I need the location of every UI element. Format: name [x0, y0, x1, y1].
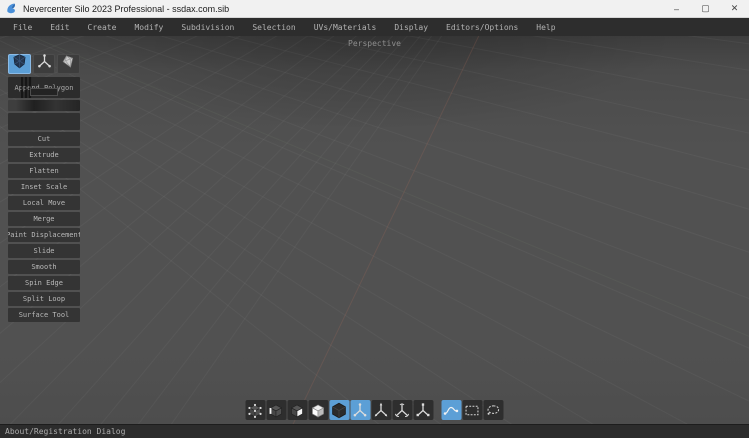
window-title: Nevercenter Silo 2023 Professional - ssd… — [23, 4, 229, 14]
status-bar: About/Registration Dialog — [0, 424, 749, 438]
face-cube-icon — [289, 402, 306, 419]
silo-logo-icon — [5, 2, 18, 15]
scale-manipulator-button[interactable] — [413, 400, 433, 420]
tool-tab-row — [8, 54, 80, 74]
tool-button-merge[interactable]: Merge — [8, 212, 80, 226]
menu-selection[interactable]: Selection — [243, 18, 304, 36]
area-select-icon — [464, 402, 481, 419]
status-text: About/Registration Dialog — [5, 427, 125, 436]
tool-button-extrude[interactable]: Extrude — [8, 148, 80, 162]
manipulator-tools-tab[interactable] — [33, 54, 56, 74]
face-mode-button[interactable] — [287, 400, 307, 420]
tool-button-glitch-strip[interactable] — [8, 100, 80, 111]
perspective-grid — [0, 36, 749, 424]
tool-button-flatten[interactable]: Flatten — [8, 164, 80, 178]
close-button[interactable]: ✕ — [720, 0, 749, 17]
tool-button-cut[interactable]: Cut — [8, 132, 80, 146]
menu-modify[interactable]: Modify — [125, 18, 172, 36]
tool-button-slide[interactable]: Slide — [8, 244, 80, 258]
menu-subdivision[interactable]: Subdivision — [172, 18, 243, 36]
bottom-toolbar — [245, 400, 504, 420]
modeling-tools-tab[interactable] — [8, 54, 31, 74]
lasso-select-icon — [485, 402, 502, 419]
viewport-3d[interactable]: Perspective — [0, 36, 749, 424]
vertex-mode-button[interactable] — [245, 400, 265, 420]
tool-sidebar: Append Polygon Cut Extrude Flatten Inset Sca… — [8, 54, 80, 324]
menu-file[interactable]: File — [4, 18, 41, 36]
menu-display[interactable]: Display — [385, 18, 437, 36]
tool-button-append-polygon[interactable]: Append Polygon — [8, 77, 80, 98]
vertex-cube-icon — [247, 402, 264, 419]
scale-manipulator-icon — [415, 402, 432, 419]
menu-uvs-materials[interactable]: UVs/Materials — [305, 18, 386, 36]
menu-help[interactable]: Help — [527, 18, 564, 36]
universal-manipulator-icon — [352, 402, 369, 419]
lasso-select-button[interactable] — [483, 400, 503, 420]
window-controls: – ▢ ✕ — [662, 0, 749, 17]
rotate-manipulator-button[interactable] — [392, 400, 412, 420]
tool-button-split-loop[interactable]: Split Loop — [8, 292, 80, 306]
hexagon-cube-icon — [331, 402, 348, 419]
menu-editors-options[interactable]: Editors/Options — [437, 18, 527, 36]
universal-manipulator-button[interactable] — [350, 400, 370, 420]
viewport-label: Perspective — [348, 39, 401, 48]
tool-button-glitch-button[interactable] — [8, 113, 80, 130]
move-manipulator-button[interactable] — [371, 400, 391, 420]
edge-mode-button[interactable] — [266, 400, 286, 420]
minimize-button[interactable]: – — [662, 0, 691, 17]
tool-button-spin-edge[interactable]: Spin Edge — [8, 276, 80, 290]
area-select-button[interactable] — [462, 400, 482, 420]
menu-bar: FileEditCreateModifySubdivisionSelection… — [0, 18, 749, 36]
axis-icon — [36, 53, 53, 75]
title-bar: Nevercenter Silo 2023 Professional - ssd… — [0, 0, 749, 18]
tool-button-smooth[interactable]: Smooth — [8, 260, 80, 274]
menu-create[interactable]: Create — [79, 18, 126, 36]
soft-selection-icon — [443, 402, 460, 419]
tool-button-inset-scale[interactable]: Inset Scale — [8, 180, 80, 194]
tool-button-list: Append Polygon Cut Extrude Flatten Inset Sca… — [8, 77, 80, 322]
tool-button-paint-displacement[interactable]: Paint Displacement — [8, 228, 80, 242]
soft-selection-button[interactable] — [441, 400, 461, 420]
tool-button-local-move[interactable]: Local Move — [8, 196, 80, 210]
multi-mode-button[interactable] — [329, 400, 349, 420]
rotate-manipulator-icon — [394, 402, 411, 419]
object-mode-button[interactable] — [308, 400, 328, 420]
object-cube-icon — [310, 402, 327, 419]
shield-icon — [11, 53, 28, 75]
move-manipulator-icon — [373, 402, 390, 419]
maximize-button[interactable]: ▢ — [691, 0, 720, 17]
edge-cube-icon — [268, 402, 285, 419]
object-tools-tab[interactable] — [57, 54, 80, 74]
tool-button-surface-tool[interactable]: Surface Tool — [8, 308, 80, 322]
gem-icon — [60, 53, 77, 75]
menu-edit[interactable]: Edit — [41, 18, 78, 36]
